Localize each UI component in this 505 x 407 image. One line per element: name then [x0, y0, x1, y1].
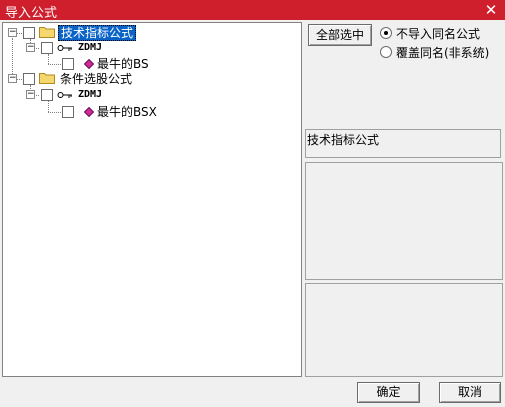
tree-checkbox[interactable] — [41, 42, 53, 54]
gem-icon — [84, 59, 94, 69]
formula-description-panel — [305, 162, 503, 280]
folder-icon — [39, 27, 55, 38]
ok-button[interactable]: 确定 — [357, 382, 420, 403]
formula-detail-panel — [305, 283, 503, 377]
tree-node-label[interactable]: 最牛的BSX — [97, 105, 157, 119]
title-bar[interactable]: 导入公式 ✕ — [0, 0, 505, 21]
radio-no-import-label[interactable]: 不导入同名公式 — [396, 25, 480, 42]
expander-toggle[interactable]: − — [8, 74, 17, 83]
cancel-button[interactable]: 取消 — [439, 382, 501, 403]
select-all-button[interactable]: 全部选中 — [308, 24, 372, 46]
panel-title: 技术指标公式 — [307, 133, 380, 147]
tree-connector — [12, 38, 13, 78]
tree-connector — [48, 54, 49, 64]
expander-toggle[interactable]: − — [8, 28, 17, 37]
radio-no-import[interactable] — [380, 27, 392, 39]
tree-connector — [48, 112, 61, 113]
window-title: 导入公式 — [5, 6, 58, 21]
key-icon — [57, 45, 72, 51]
radio-overwrite-label[interactable]: 覆盖同名(非系统) — [396, 44, 489, 61]
import-formula-dialog: 导入公式 ✕ − 技术指标公式 − ZDMJ 最牛的BS − 条件选股公式 − … — [0, 0, 505, 407]
expander-toggle[interactable]: − — [26, 90, 35, 99]
tree-node-label[interactable]: ZDMJ — [78, 41, 102, 55]
folder-icon — [39, 73, 55, 84]
close-icon[interactable]: ✕ — [483, 0, 499, 20]
tree-checkbox[interactable] — [23, 27, 35, 39]
formula-tree[interactable]: − 技术指标公式 − ZDMJ 最牛的BS − 条件选股公式 − ZDMJ 最牛… — [2, 22, 302, 377]
tree-checkbox[interactable] — [62, 58, 74, 70]
tree-checkbox[interactable] — [41, 89, 53, 101]
expander-toggle[interactable]: − — [26, 43, 35, 52]
formula-name-panel: 技术指标公式 — [305, 129, 501, 158]
tree-checkbox[interactable] — [62, 106, 74, 118]
tree-node-label[interactable]: 条件选股公式 — [60, 72, 132, 86]
tree-node-label[interactable]: 最牛的BS — [97, 57, 149, 71]
tree-connector — [48, 101, 49, 112]
key-icon — [57, 92, 72, 98]
tree-node-label[interactable]: ZDMJ — [78, 88, 102, 102]
tree-connector — [48, 64, 61, 65]
radio-overwrite[interactable] — [380, 46, 392, 58]
tree-node-label[interactable]: 技术指标公式 — [58, 25, 137, 41]
tree-checkbox[interactable] — [23, 73, 35, 85]
gem-icon — [84, 107, 94, 117]
